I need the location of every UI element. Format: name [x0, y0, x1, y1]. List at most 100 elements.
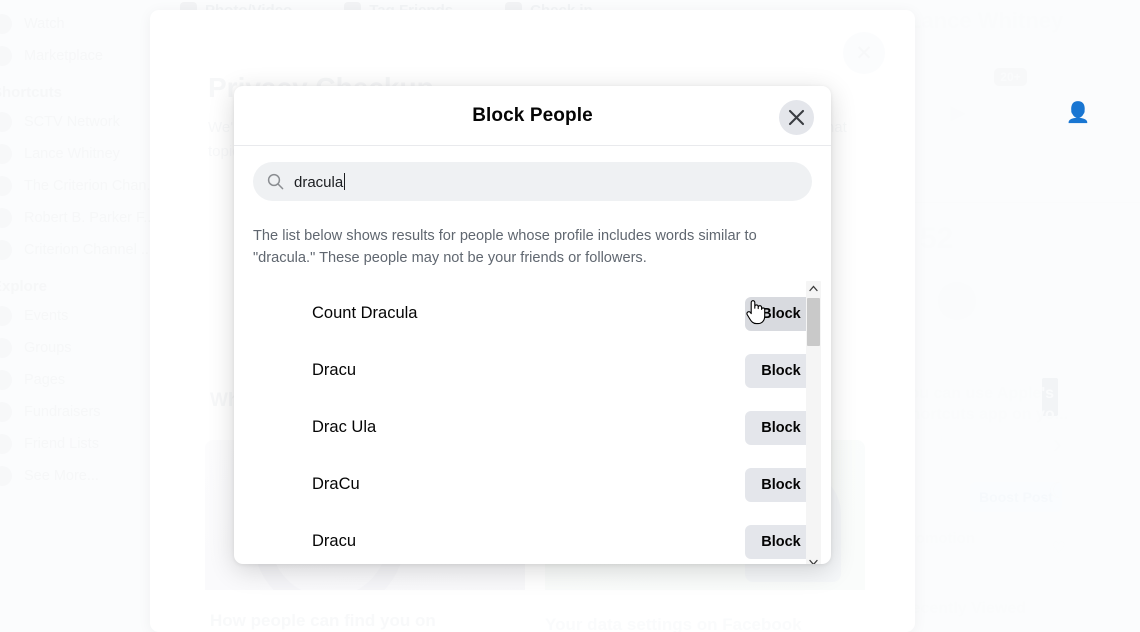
sidebar-item-label: Friend Lists: [24, 436, 99, 452]
sidebar-item-see-more[interactable]: See More...: [0, 460, 152, 492]
dialog-header: Block People: [234, 86, 831, 146]
sidebar-item-lance-whitney[interactable]: Lance Whitney: [0, 138, 152, 170]
sidebar-item-label: Criterion Channel ...: [24, 242, 153, 258]
search-value: dracula: [294, 172, 346, 191]
scrollbar-track[interactable]: [806, 296, 821, 555]
screen: Photo/Video Tag Friends Check in Watch M…: [0, 0, 1140, 632]
text-caret: [344, 172, 346, 190]
sidebar-item-robert-b-parker[interactable]: Robert B. Parker F...: [0, 202, 156, 234]
results-list: Count Dracula Block Dracu Block Drac Ula…: [234, 285, 831, 564]
table-row: DraCu Block: [253, 456, 831, 513]
post-title: You can use Apple's Shortcuts app on yo.…: [900, 385, 1069, 423]
friend-lists-icon: [0, 434, 12, 454]
sidebar-item-label: Groups: [24, 340, 72, 356]
left-sidebar: Watch Marketplace Shortcuts SCTV Network…: [0, 8, 159, 492]
sidebar-heading-shortcuts: Shortcuts: [0, 84, 63, 101]
privacy-checkup-close-icon[interactable]: ✕: [843, 32, 885, 74]
sidebar-item-pages[interactable]: Pages: [0, 364, 152, 396]
moon-icon[interactable]: ☾: [1048, 478, 1068, 504]
quick-action-label: Live: [946, 131, 971, 146]
checkup-card-title-right: Your data settings on Facebook: [545, 615, 802, 632]
sidebar-item-groups[interactable]: Groups: [0, 332, 152, 364]
notifications-label: Notifications: [908, 69, 985, 85]
close-icon: [788, 109, 805, 126]
search-icon: [267, 173, 284, 190]
sidebar-item-label: Events: [24, 308, 69, 324]
scroll-down-button[interactable]: [806, 555, 821, 564]
sidebar-item-label: Fundraisers: [24, 404, 101, 420]
shortcut-icon: [0, 208, 12, 228]
right-panel-title: Lance Whitney: [908, 8, 1064, 33]
events-icon: [0, 306, 12, 326]
marketplace-icon: [0, 46, 12, 66]
sidebar-item-label: Watch: [24, 16, 65, 32]
person-name: Count Dracula: [312, 304, 418, 323]
sidebar-item-criterion-channel-2[interactable]: Criterion Channel ...: [0, 234, 153, 266]
recently-viewed-label: Recently Viewed: [900, 600, 1026, 617]
sidebar-item-label: Pages: [24, 372, 66, 388]
sidebar-item-label: The Criterion Chan...: [24, 178, 159, 194]
shortcut-icon: [0, 112, 12, 132]
table-row: Drac Ula Block: [253, 399, 831, 456]
results-scrollbar[interactable]: [806, 281, 821, 564]
scrollbar-thumb[interactable]: [807, 298, 820, 347]
sidebar-heading-explore: Explore: [0, 278, 48, 295]
dialog-body: dracula The list below shows results for…: [234, 146, 831, 564]
fundraisers-icon: [0, 402, 12, 422]
close-button[interactable]: [779, 100, 814, 135]
chevron-up-icon: [809, 285, 818, 292]
quick-action-live[interactable]: ▶ Live: [946, 100, 970, 146]
table-row: Dracu Block: [253, 513, 831, 564]
tab-views[interactable]: Views: [942, 178, 979, 194]
sidebar-item-events[interactable]: Events: [0, 300, 152, 332]
sidebar-item-friend-lists[interactable]: Friend Lists: [0, 428, 152, 460]
search-section: dracula: [234, 146, 831, 201]
search-input[interactable]: dracula: [253, 162, 812, 201]
views-period: this week: [920, 258, 975, 273]
sidebar-item-label: SCTV Network: [24, 114, 120, 130]
table-row: Count Dracula Block: [253, 285, 831, 342]
sidebar-item-label: See More...: [24, 468, 99, 484]
sidebar-item-watch[interactable]: Watch: [0, 8, 152, 40]
heart-icon: ♡: [1051, 540, 1066, 557]
video-camera-icon: ▶: [950, 102, 966, 124]
sidebar-item-label: Marketplace: [24, 48, 103, 64]
checkup-card-title-left: How people can find you on: [210, 611, 436, 630]
shortcut-icon: [0, 176, 12, 196]
scroll-up-button[interactable]: [806, 281, 821, 296]
views-count: 52: [920, 222, 954, 255]
groups-icon: [0, 338, 12, 358]
tab-posts[interactable]: Posts: [1063, 178, 1098, 194]
watch-icon: [0, 14, 12, 34]
chevron-down-icon: [0, 466, 12, 486]
pages-icon: [0, 370, 12, 390]
results-description: The list below shows results for people …: [253, 228, 757, 267]
shortcut-icon: [0, 240, 12, 260]
person-name: DraCu: [312, 475, 360, 494]
results-area: Count Dracula Block Dracu Block Drac Ula…: [234, 281, 831, 564]
quick-action-invite[interactable]: 👤 Invite: [1063, 100, 1094, 146]
right-panel: Lance Whitney Pages Notifications 20+ ▶ …: [900, 0, 1140, 632]
table-row: Dracu Block: [253, 342, 831, 399]
person-name: Dracu: [312, 361, 357, 380]
shortcut-icon: [0, 144, 12, 164]
dialog-title: Block People: [472, 104, 593, 126]
chevron-down-icon: [809, 559, 818, 564]
sidebar-item-label: Robert B. Parker F...: [24, 210, 156, 226]
avatar: [938, 282, 976, 320]
right-panel-tabs: Views Posts: [900, 178, 1140, 203]
person-name: Drac Ula: [312, 418, 377, 437]
block-people-dialog: Block People dracula The list below show…: [234, 86, 831, 564]
sidebar-item-sctv-network[interactable]: SCTV Network: [0, 106, 152, 138]
sidebar-item-criterion-channel[interactable]: The Criterion Chan...: [0, 170, 159, 202]
right-panel-quick-actions: ▶ Live 👤 Invite: [900, 100, 1140, 146]
sidebar-item-marketplace[interactable]: Marketplace: [0, 40, 152, 72]
chevron-right-icon[interactable]: ›: [1053, 428, 1062, 460]
add-person-icon: 👤: [1065, 102, 1091, 124]
notifications-badge: 20+: [994, 68, 1027, 86]
person-name: Dracu: [312, 532, 357, 551]
quick-action-label: Invite: [1062, 131, 1094, 146]
sidebar-item-fundraisers[interactable]: Fundraisers: [0, 396, 152, 428]
sidebar-item-label: Lance Whitney: [24, 146, 120, 162]
right-panel-notifications[interactable]: Notifications 20+: [908, 68, 1027, 86]
